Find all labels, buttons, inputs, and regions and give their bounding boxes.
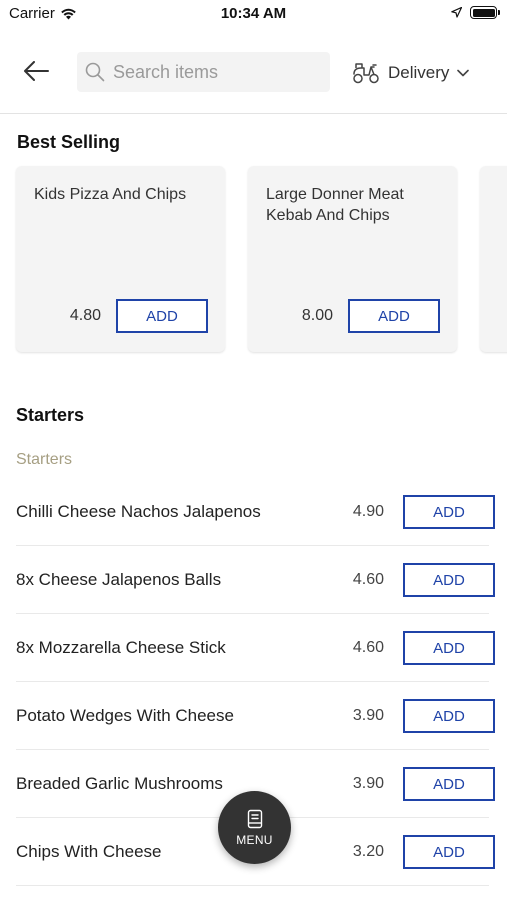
status-right (451, 6, 500, 19)
menu-book-icon (247, 809, 262, 828)
scooter-icon (353, 63, 379, 84)
best-selling-card[interactable]: Large Donner Meat Kebab And Chips 8.00 A… (248, 166, 457, 352)
delivery-label: Delivery (388, 63, 450, 82)
add-button[interactable]: ADD (403, 835, 495, 869)
subcategory-label: Starters (16, 451, 73, 468)
item-price: 4.90 (352, 503, 384, 520)
item-name: Potato Wedges With Cheese (16, 706, 234, 725)
location-arrow-icon (451, 7, 462, 18)
screen: Carrier 10:34 AM Search items Delivery B… (0, 0, 507, 900)
menu-item-row[interactable]: Potato Wedges With Cheese 3.90 ADD (0, 682, 507, 750)
menu-item-row[interactable]: 8x Mozzarella Cheese Stick 4.60 ADD (0, 614, 507, 682)
delivery-selector[interactable]: Delivery (352, 58, 470, 88)
search-box[interactable] (77, 52, 330, 92)
best-selling-card-peek[interactable] (480, 166, 507, 352)
best-selling-card[interactable]: Kids Pizza And Chips 4.80 ADD (16, 166, 225, 352)
back-button[interactable] (18, 56, 54, 86)
card-item-price: 4.80 (69, 307, 101, 324)
menu-item-row[interactable]: Chilli Cheese Nachos Jalapenos 4.90 ADD (0, 478, 507, 546)
menu-fab-button[interactable]: MENU (218, 791, 291, 864)
menu-item-row[interactable]: 8x Cheese Jalapenos Balls 4.60 ADD (0, 546, 507, 614)
card-item-price: 8.00 (301, 307, 333, 324)
battery-icon (470, 6, 500, 19)
chevron-down-icon (457, 69, 470, 77)
header: Delivery (0, 28, 507, 114)
item-price: 3.90 (352, 775, 384, 792)
best-selling-title: Best Selling (17, 132, 121, 152)
card-add-button[interactable]: ADD (348, 299, 440, 333)
item-price: 4.60 (352, 639, 384, 656)
item-name: Chips With Cheese (16, 842, 162, 861)
status-time: 10:34 AM (220, 5, 287, 22)
starters-title: Starters (16, 405, 85, 425)
card-add-button[interactable]: ADD (116, 299, 208, 333)
item-name: Chilli Cheese Nachos Jalapenos (16, 502, 261, 521)
row-divider (16, 885, 489, 886)
search-input[interactable] (113, 61, 313, 83)
add-button[interactable]: ADD (403, 767, 495, 801)
item-name: 8x Cheese Jalapenos Balls (16, 570, 222, 589)
add-button[interactable]: ADD (403, 495, 495, 529)
item-price: 3.90 (352, 707, 384, 724)
arrow-left-icon (24, 61, 49, 81)
status-bar: Carrier 10:34 AM (0, 0, 507, 28)
card-item-name: Kids Pizza And Chips (34, 186, 187, 203)
add-button[interactable]: ADD (403, 631, 495, 665)
item-price: 3.20 (352, 843, 384, 860)
menu-label: MENU (236, 832, 273, 847)
item-price: 4.60 (352, 571, 384, 588)
card-item-name: Large Donner Meat Kebab And Chips (266, 186, 404, 224)
item-name: 8x Mozzarella Cheese Stick (16, 638, 226, 657)
item-name: Breaded Garlic Mushrooms (16, 774, 223, 793)
add-button[interactable]: ADD (403, 699, 495, 733)
add-button[interactable]: ADD (403, 563, 495, 597)
search-icon (85, 62, 105, 82)
